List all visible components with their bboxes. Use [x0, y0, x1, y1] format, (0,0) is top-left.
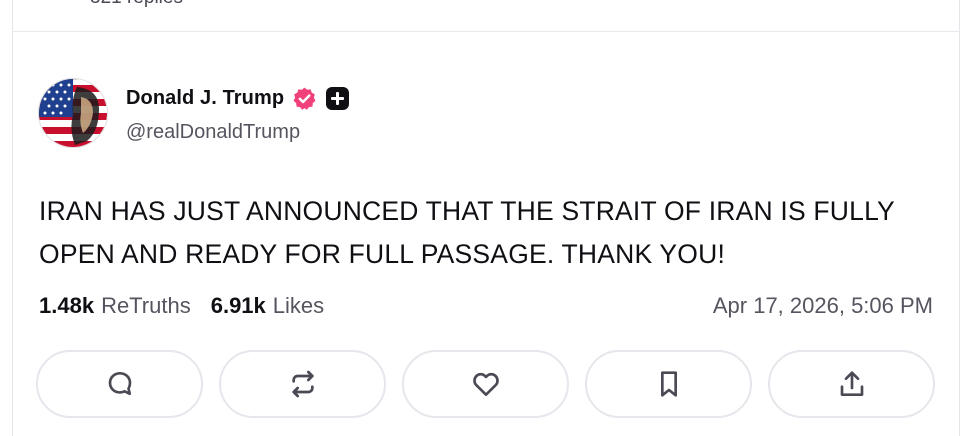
reply-button[interactable]: [36, 350, 203, 418]
likes-label[interactable]: Likes: [273, 293, 324, 319]
plus-badge-icon: [326, 86, 350, 110]
like-icon: [472, 372, 499, 396]
post-stats: 1.48k ReTruths 6.91k Likes: [39, 293, 324, 319]
bookmark-button[interactable]: [585, 350, 752, 418]
post-text: IRAN HAS JUST ANNOUNCED THAT THE STRAIT …: [39, 196, 895, 269]
action-bar: [36, 350, 935, 418]
post-divider: [12, 31, 960, 32]
author-display-name[interactable]: Donald J. Trump: [126, 87, 284, 110]
reply-icon: [108, 372, 131, 396]
retruths-label[interactable]: ReTruths: [101, 293, 191, 319]
share-icon: [840, 371, 863, 396]
verified-badge-icon: [292, 86, 317, 111]
bookmark-icon: [660, 371, 677, 397]
retruth-icon: [291, 370, 314, 398]
like-button[interactable]: [402, 350, 569, 418]
author-name-row: Donald J. Trump: [126, 84, 350, 112]
avatar[interactable]: [38, 78, 108, 148]
avatar-image: [39, 79, 107, 147]
author-handle[interactable]: @realDonaldTrump: [126, 121, 300, 144]
retruth-button[interactable]: [219, 350, 386, 418]
retruths-count[interactable]: 1.48k: [39, 293, 94, 319]
previous-post-replies[interactable]: 321 replies: [90, 0, 183, 9]
share-button[interactable]: [768, 350, 935, 418]
post-timestamp[interactable]: Apr 17, 2026, 5:06 PM: [713, 293, 933, 319]
likes-count[interactable]: 6.91k: [211, 293, 266, 319]
